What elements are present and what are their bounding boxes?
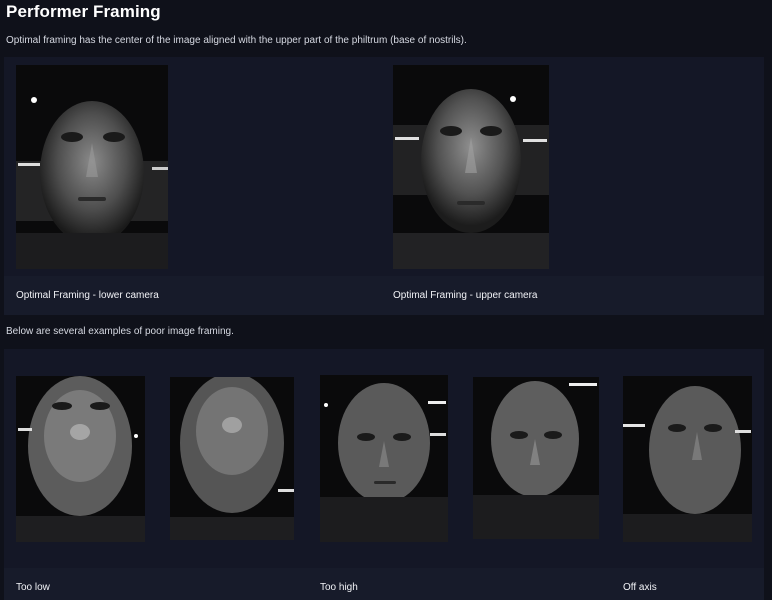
optimal-lower-caption: Optimal Framing - lower camera — [16, 290, 159, 301]
face-photo-icon — [473, 377, 599, 539]
off-axis-image — [623, 376, 752, 542]
optimal-upper-camera-image — [393, 65, 549, 269]
face-photo-icon — [16, 65, 168, 269]
face-photo-icon — [170, 377, 294, 540]
too-high-image — [320, 375, 448, 542]
face-photo-icon — [623, 376, 752, 542]
poor-framing-intro: Below are several examples of poor image… — [6, 326, 234, 337]
face-photo-icon — [16, 376, 145, 542]
page: Performer Framing Optimal framing has th… — [0, 0, 772, 600]
too-low-caption: Too low — [16, 582, 50, 593]
intro-text: Optimal framing has the center of the im… — [6, 35, 467, 46]
optimal-upper-caption: Optimal Framing - upper camera — [393, 290, 538, 301]
optimal-lower-camera-image — [16, 65, 168, 269]
too-low-image — [16, 376, 145, 542]
too-low-example-2-image — [170, 377, 294, 540]
too-high-caption: Too high — [320, 582, 358, 593]
off-axis-caption: Off axis — [623, 582, 657, 593]
too-high-example-2-image — [473, 377, 599, 539]
face-photo-icon — [320, 375, 448, 542]
face-photo-icon — [393, 65, 549, 269]
page-title: Performer Framing — [6, 2, 161, 21]
